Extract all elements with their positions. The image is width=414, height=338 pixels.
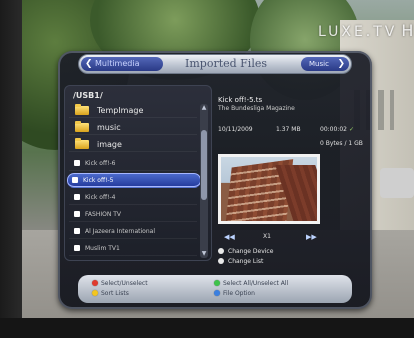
file-label: Kick off!-6 bbox=[85, 160, 116, 167]
storage-usage: 0 Bytes / 1 GB bbox=[320, 140, 363, 147]
file-item[interactable]: FASHION TV bbox=[69, 207, 197, 222]
back-button[interactable]: ❮ Multimedia bbox=[81, 57, 163, 71]
checkbox-icon bbox=[74, 228, 80, 234]
legend-green: Select All/Unselect All bbox=[214, 280, 288, 288]
channel-logo: LUXE.TVHD bbox=[318, 21, 414, 40]
file-item[interactable]: Kick off!-4 bbox=[69, 190, 197, 205]
file-label: Kick off!-4 bbox=[85, 194, 116, 201]
folder-item[interactable]: image bbox=[69, 137, 197, 152]
legend-yellow-label: Sort Lists bbox=[101, 290, 129, 297]
red-button-icon bbox=[92, 280, 98, 286]
preview-image bbox=[221, 157, 317, 221]
legend-blue: File Option bbox=[214, 290, 255, 298]
folder-icon bbox=[75, 121, 89, 132]
check-icon: ✓ bbox=[348, 126, 354, 133]
file-duration: 00:00:02 ✓ bbox=[320, 126, 354, 133]
folder-label: TempImage bbox=[97, 106, 144, 115]
folder-icon bbox=[75, 138, 89, 149]
file-item-selected[interactable]: Kick off!-5 bbox=[67, 173, 201, 188]
file-item[interactable]: Al Jazeera International bbox=[69, 224, 197, 239]
scroll-thumb[interactable] bbox=[201, 130, 207, 200]
legend-blue-label: File Option bbox=[223, 290, 255, 297]
checkbox-icon bbox=[74, 245, 80, 251]
scroll-down-icon[interactable]: ▼ bbox=[200, 250, 208, 258]
green-button-icon bbox=[214, 280, 220, 286]
next-button-label: Music bbox=[309, 60, 329, 68]
list-scrollbar[interactable]: ▲ ▼ bbox=[200, 104, 208, 258]
folder-label: music bbox=[97, 123, 121, 132]
change-device-label: Change Device bbox=[228, 248, 274, 255]
checkbox-icon bbox=[74, 194, 80, 200]
checkbox-icon bbox=[72, 177, 78, 183]
next-button[interactable]: Music ❯ bbox=[301, 57, 349, 71]
change-list-option[interactable]: Change List bbox=[218, 258, 263, 265]
file-item[interactable]: Kick off!-6 bbox=[69, 156, 197, 171]
file-browser-panel: ❮ Multimedia Imported Files Music ❯ /USB… bbox=[58, 51, 372, 309]
file-list: /USB1/ TempImage music image Kick off!-6… bbox=[64, 85, 212, 261]
folder-item[interactable]: TempImage bbox=[69, 103, 197, 118]
file-date: 10/11/2009 bbox=[218, 126, 253, 133]
fast-forward-icon[interactable]: ▶▶ bbox=[306, 233, 317, 241]
checkbox-icon bbox=[74, 211, 80, 217]
video-preview bbox=[218, 154, 320, 224]
file-label: Al Jazeera International bbox=[85, 228, 156, 235]
legend-red: Select/Unselect bbox=[92, 280, 148, 288]
file-size: 1.37 MB bbox=[276, 126, 301, 133]
button-legend: Select/Unselect Sort Lists Select All/Un… bbox=[78, 275, 352, 303]
hd-badge: HD bbox=[401, 21, 414, 40]
chevron-left-icon: ❮ bbox=[85, 59, 93, 69]
file-label: FASHION TV bbox=[85, 211, 121, 218]
file-label: Kick off!-5 bbox=[83, 177, 114, 184]
change-list-label: Change List bbox=[228, 258, 264, 265]
page-title: Imported Files bbox=[185, 57, 267, 70]
rewind-icon[interactable]: ◀◀ bbox=[224, 233, 235, 241]
chevron-right-icon: ❯ bbox=[337, 59, 345, 69]
car bbox=[380, 168, 414, 198]
folder-label: image bbox=[97, 140, 122, 149]
legend-red-label: Select/Unselect bbox=[101, 280, 148, 287]
playback-speed: X1 bbox=[263, 233, 271, 240]
current-path: /USB1/ bbox=[73, 91, 103, 100]
yellow-button-icon bbox=[92, 290, 98, 296]
channel-logo-text: LUXE.TV bbox=[318, 24, 398, 40]
folder-icon bbox=[75, 104, 89, 115]
blue-button-icon bbox=[214, 290, 220, 296]
file-duration-value: 00:00:02 bbox=[320, 126, 347, 133]
file-title: Kick off!-5.ts bbox=[218, 96, 263, 104]
legend-yellow: Sort Lists bbox=[92, 290, 129, 298]
title-bar: ❮ Multimedia Imported Files Music ❯ bbox=[78, 54, 352, 74]
bottom-bezel bbox=[0, 318, 414, 338]
left-bezel bbox=[0, 0, 22, 338]
scroll-up-icon[interactable]: ▲ bbox=[200, 104, 208, 112]
legend-green-label: Select All/Unselect All bbox=[223, 280, 289, 287]
file-item[interactable]: Muslim TV1 bbox=[69, 241, 197, 256]
white-button-icon bbox=[218, 248, 224, 254]
change-device-option[interactable]: Change Device bbox=[218, 248, 273, 255]
file-subtitle: The Bundesliga Magazine bbox=[218, 105, 295, 112]
back-button-label: Multimedia bbox=[95, 59, 140, 68]
file-label: Muslim TV1 bbox=[85, 245, 120, 252]
folder-item[interactable]: music bbox=[69, 120, 197, 135]
white-button-icon bbox=[218, 258, 224, 264]
checkbox-icon bbox=[74, 160, 80, 166]
